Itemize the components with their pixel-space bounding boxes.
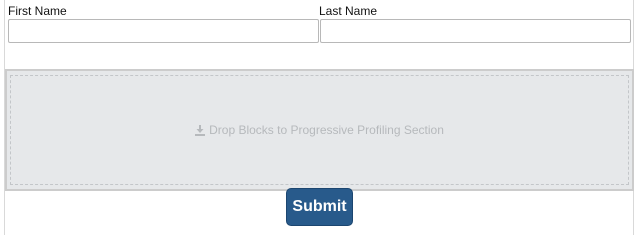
first-name-label: First Name: [8, 4, 67, 18]
last-name-input[interactable]: [320, 19, 631, 43]
drop-zone-dashed-area: Drop Blocks to Progressive Profiling Sec…: [10, 75, 629, 185]
drop-zone-text: Drop Blocks to Progressive Profiling Sec…: [209, 123, 444, 137]
submit-button[interactable]: Submit: [286, 188, 353, 226]
drop-zone-message: Drop Blocks to Progressive Profiling Sec…: [195, 123, 444, 137]
first-name-input[interactable]: [8, 19, 319, 43]
progressive-profiling-drop-zone[interactable]: Drop Blocks to Progressive Profiling Sec…: [5, 69, 634, 191]
download-icon: [195, 124, 206, 136]
last-name-label: Last Name: [319, 4, 378, 18]
